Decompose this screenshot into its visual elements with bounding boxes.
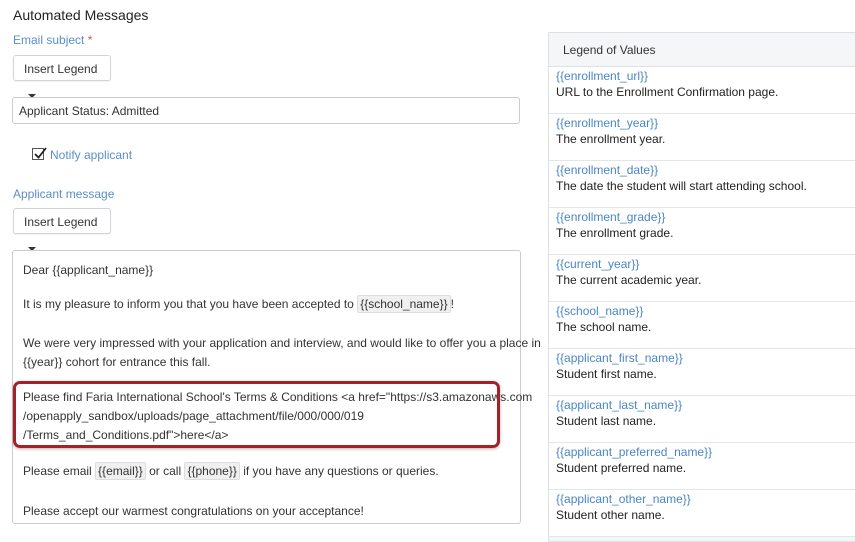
legend-item[interactable]: {{enrollment_date}} The date the student … xyxy=(549,161,855,208)
legend-item[interactable]: {{applicant_other_name}} Student other na… xyxy=(549,490,855,537)
insert-legend-button-subject[interactable]: Insert Legend xyxy=(13,55,111,98)
legend-item-description: Student last name. xyxy=(556,414,657,428)
legend-item-description: URL to the Enrollment Confirmation page. xyxy=(556,85,779,99)
legend-item-variable[interactable]: {{enrollment_grade}} xyxy=(556,210,665,224)
legend-item-variable[interactable]: {{enrollment_date}} xyxy=(556,163,658,177)
legend-item-description: The current academic year. xyxy=(556,273,702,287)
legend-item-description: Student first name. xyxy=(556,367,657,381)
template-tag: {{email}} xyxy=(95,462,146,480)
highlight-annotation-box xyxy=(13,381,500,448)
legend-item-description: The enrollment year. xyxy=(556,132,666,146)
checkmark-icon xyxy=(34,147,47,159)
applicant-message-label: Applicant message xyxy=(13,187,115,201)
legend-item-variable[interactable]: {{enrollment_year}} xyxy=(556,116,658,130)
message-paragraph-4: Please email {{email}} or call {{phone}}… xyxy=(23,462,439,480)
email-subject-input[interactable]: Applicant Status: Admitted xyxy=(12,97,520,124)
legend-panel-header: Legend of Values xyxy=(549,33,855,67)
message-text: ! xyxy=(450,297,454,311)
legend-item-description: The enrollment grade. xyxy=(556,226,674,240)
insert-legend-label: Insert Legend xyxy=(24,215,98,229)
template-tag: {{school_name}} xyxy=(357,295,451,313)
legend-item[interactable]: {{enrollment_url}} URL to the Enrollment … xyxy=(549,67,855,114)
legend-item-description: Student preferred name. xyxy=(556,461,687,475)
legend-item-variable[interactable]: {{school_name}} xyxy=(556,304,643,318)
legend-item-variable[interactable]: {{applicant_other_name}} xyxy=(556,492,691,506)
message-text: It is my pleasure to inform you that you… xyxy=(23,297,354,311)
message-text: or call xyxy=(149,464,182,478)
legend-panel: Legend of Values {{enrollment_url}} URL t… xyxy=(548,32,855,542)
message-text: if you have any questions or queries. xyxy=(243,464,439,478)
legend-item[interactable]: {{enrollment_year}} The enrollment year. xyxy=(549,114,855,161)
message-paragraph-5: Please accept our warmest congratulation… xyxy=(23,504,364,518)
message-greeting: Dear {{applicant_name}} xyxy=(23,263,154,277)
legend-panel-title: Legend of Values xyxy=(563,43,656,57)
legend-item[interactable]: {{applicant_last_name}} Student last name… xyxy=(549,396,855,443)
legend-item[interactable]: {{applicant_first_name}} Student first na… xyxy=(549,349,855,396)
legend-item-variable[interactable]: {{applicant_preferred_name}} xyxy=(556,445,712,459)
email-subject-label-text: Email subject xyxy=(13,33,85,47)
legend-item[interactable]: {{applicant_preferred_name}} Student pref… xyxy=(549,443,855,490)
legend-item[interactable]: {{current_year}} The current academic yea… xyxy=(549,255,855,302)
legend-item-description: The date the student will start attendin… xyxy=(556,179,807,193)
legend-item-variable[interactable]: {{enrollment_url}} xyxy=(556,69,648,83)
section-title: Automated Messages xyxy=(13,7,149,23)
message-paragraph-1: It is my pleasure to inform you that you… xyxy=(23,295,454,313)
legend-item[interactable]: {{school_name}} The school name. xyxy=(549,302,855,349)
legend-item-variable[interactable]: {{applicant_last_name}} xyxy=(556,398,682,412)
message-paragraph-2-line-2: {{year}} cohort for entrance this fall. xyxy=(23,355,211,369)
message-text: Please email xyxy=(23,464,92,478)
legend-item-description: Student other name. xyxy=(556,508,665,522)
insert-legend-label: Insert Legend xyxy=(24,62,98,76)
message-paragraph-2-line-1: We were very impressed with your applica… xyxy=(23,336,541,350)
insert-legend-button-message[interactable]: Insert Legend xyxy=(13,208,111,251)
template-tag: {{phone}} xyxy=(184,462,240,480)
email-subject-label: Email subject * xyxy=(13,33,92,47)
legend-item-variable[interactable]: {{current_year}} xyxy=(556,257,639,271)
legend-item-description: The school name. xyxy=(556,320,652,334)
notify-applicant-checkbox[interactable] xyxy=(32,147,47,160)
required-marker: * xyxy=(87,33,93,47)
notify-applicant-label[interactable]: Notify applicant xyxy=(50,148,132,162)
email-subject-value: Applicant Status: Admitted xyxy=(19,104,160,118)
legend-item-variable[interactable]: {{applicant_first_name}} xyxy=(556,351,683,365)
legend-item[interactable]: {{enrollment_grade}} The enrollment grade… xyxy=(549,208,855,255)
